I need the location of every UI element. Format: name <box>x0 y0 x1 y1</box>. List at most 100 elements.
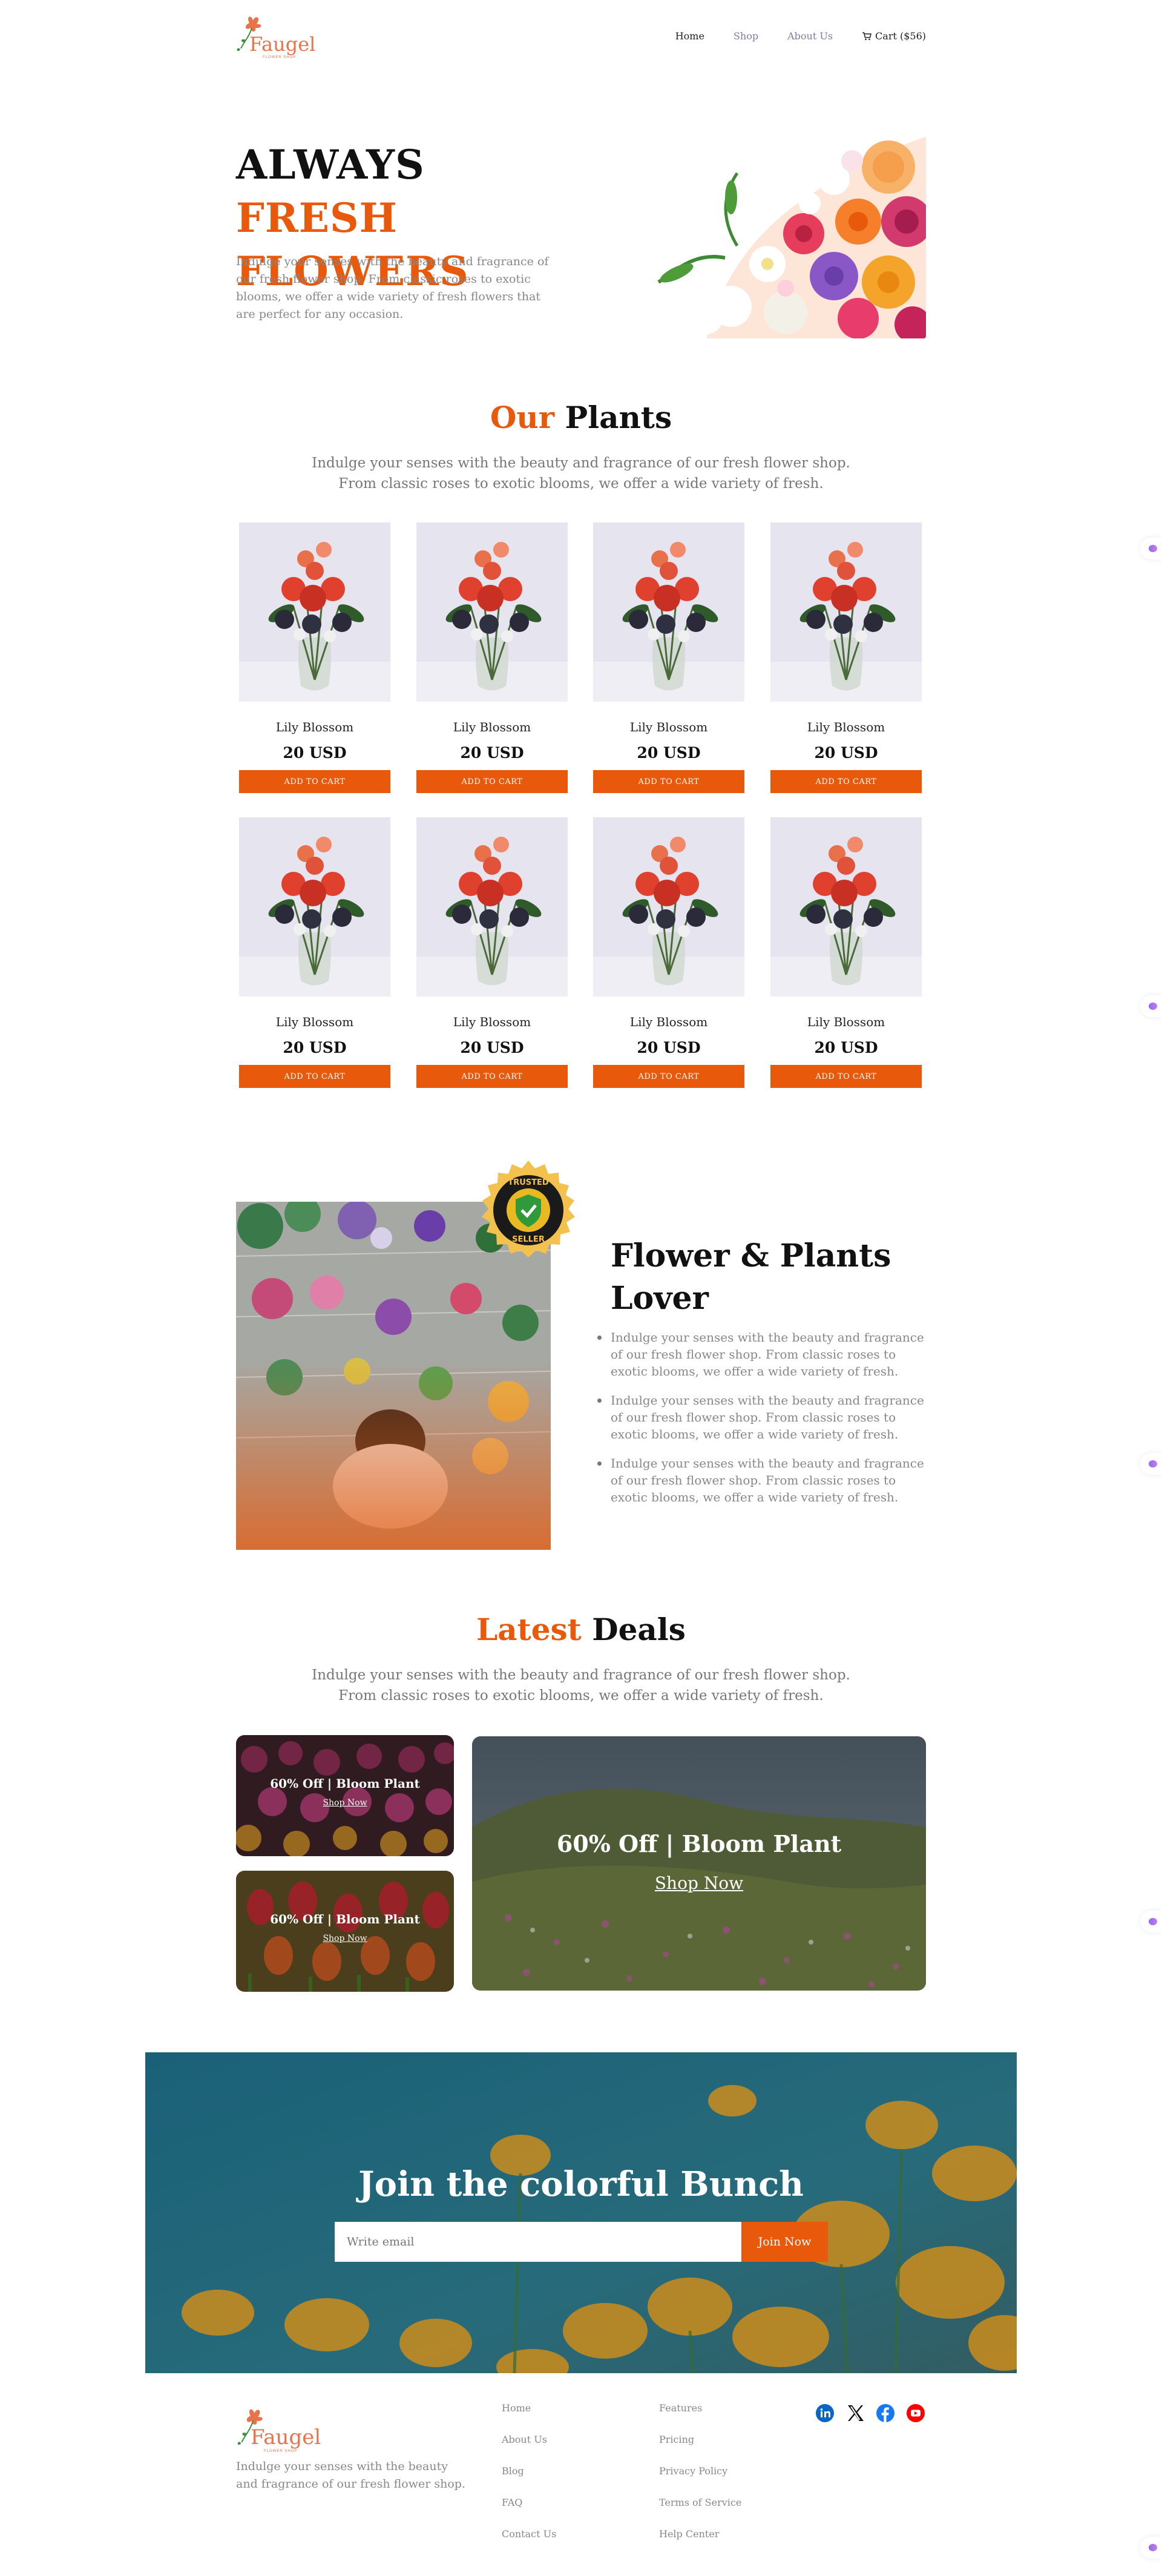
lover-bullet: Indulge your senses with the beauty and … <box>597 1455 928 1506</box>
shop-now-link[interactable]: Shop Now <box>236 1798 454 1808</box>
product-price: 20 USD <box>637 1039 701 1056</box>
product-price: 20 USD <box>460 1039 524 1056</box>
badge-top-text: TRUSTED <box>508 1178 549 1187</box>
product-name: Lily Blossom <box>629 720 708 734</box>
plants-title-black: Plants <box>565 400 672 435</box>
newsletter-title: Join the colorful Bunch <box>358 2164 804 2204</box>
flower-vase-image <box>239 817 390 996</box>
deal-title: 60% Off | Bloom Plant <box>270 1912 420 1926</box>
add-to-cart-button[interactable]: ADD TO CART <box>416 1065 568 1088</box>
lover-bullet: Indulge your senses with the beauty and … <box>597 1392 928 1443</box>
add-to-cart-button[interactable]: ADD TO CART <box>239 770 390 793</box>
product-card: Lily Blossom 20 USD ADD TO CART <box>770 522 922 793</box>
lover-title: Flower & Plants Lover <box>611 1237 891 1317</box>
linkedin-icon[interactable] <box>815 2403 835 2423</box>
cart-label: Cart ($56) <box>875 30 926 42</box>
floating-assistant-icon[interactable] <box>1140 538 1162 559</box>
product-card: Lily Blossom 20 USD ADD TO CART <box>239 817 390 1088</box>
shop-now-link[interactable]: Shop Now <box>236 1934 454 1943</box>
deals-title-black: Deals <box>592 1612 686 1647</box>
footer-link-help-center[interactable]: Help Center <box>659 2528 741 2560</box>
flower-vase-image <box>593 522 744 702</box>
cart-icon <box>862 31 872 40</box>
plants-title-orange: Our <box>490 400 555 435</box>
product-name: Lily Blossom <box>453 720 531 734</box>
wildflower-hill-image <box>472 1736 926 1991</box>
footer-logo[interactable]: Faugel FLOWER SHOP <box>236 2407 321 2456</box>
product-price: 20 USD <box>814 1039 878 1056</box>
product-price: 20 USD <box>283 1039 347 1056</box>
floating-assistant-icon[interactable] <box>1140 1911 1162 1932</box>
email-field[interactable] <box>335 2222 741 2262</box>
footer-link-privacy-policy[interactable]: Privacy Policy <box>659 2465 741 2497</box>
product-price: 20 USD <box>460 744 524 762</box>
add-to-cart-button[interactable]: ADD TO CART <box>770 770 922 793</box>
trusted-seller-badge-icon: TRUSTED SELLER <box>482 1161 575 1257</box>
cart-button[interactable]: Cart ($56) <box>862 30 926 42</box>
flower-vase-image <box>416 817 568 996</box>
deal-card-small-1[interactable]: 60% Off | Bloom Plant Shop Now <box>236 1735 454 1856</box>
main-nav: Home Shop About Us Cart ($56) <box>675 30 926 42</box>
hero-description: Indulge your senses with the beauty and … <box>236 255 549 321</box>
product-card: Lily Blossom 20 USD ADD TO CART <box>416 817 568 1088</box>
footer-description: Indulge your senses with the beauty and … <box>236 2460 466 2491</box>
red-tulips-image <box>236 1871 454 1992</box>
deals-title-orange: Latest <box>476 1612 582 1647</box>
product-name: Lily Blossom <box>629 1015 708 1029</box>
yellow-poppies-background-image <box>145 2052 1017 2373</box>
footer-link-contact-us[interactable]: Contact Us <box>502 2528 556 2560</box>
add-to-cart-button[interactable]: ADD TO CART <box>770 1065 922 1088</box>
product-name: Lily Blossom <box>453 1015 531 1029</box>
add-to-cart-button[interactable]: ADD TO CART <box>239 1065 390 1088</box>
deals-subtitle: Indulge your senses with the beauty and … <box>312 1667 850 1704</box>
footer-link-pricing[interactable]: Pricing <box>659 2434 741 2465</box>
footer-link-blog[interactable]: Blog <box>502 2465 556 2497</box>
product-card: Lily Blossom 20 USD ADD TO CART <box>416 522 568 793</box>
youtube-icon[interactable] <box>906 2403 925 2423</box>
nav-home[interactable]: Home <box>675 30 704 42</box>
plants-subtitle: Indulge your senses with the beauty and … <box>312 455 850 492</box>
hero-title-orange-1: FRESH <box>236 194 398 242</box>
product-card: Lily Blossom 20 USD ADD TO CART <box>593 817 744 1088</box>
logo-text: Faugel <box>249 33 316 56</box>
deal-card-small-2[interactable]: 60% Off | Bloom Plant Shop Now <box>236 1871 454 1992</box>
product-name: Lily Blossom <box>807 1015 885 1029</box>
facebook-icon[interactable] <box>876 2403 895 2423</box>
hero-bouquet-image <box>634 137 926 338</box>
lover-bullet: Indulge your senses with the beauty and … <box>597 1329 928 1380</box>
product-name: Lily Blossom <box>275 720 354 734</box>
add-to-cart-button[interactable]: ADD TO CART <box>416 770 568 793</box>
footer-links-col-1: Home About Us Blog FAQ Contact Us <box>502 2402 556 2560</box>
product-price: 20 USD <box>637 744 701 762</box>
footer-links-col-2: Features Pricing Privacy Policy Terms of… <box>659 2402 741 2560</box>
shop-now-link[interactable]: Shop Now <box>472 1873 926 1893</box>
footer-link-features[interactable]: Features <box>659 2402 741 2434</box>
hero-title-black: ALWAYS <box>236 141 425 188</box>
product-card: Lily Blossom 20 USD ADD TO CART <box>593 522 744 793</box>
flower-vase-image <box>593 817 744 996</box>
nav-shop[interactable]: Shop <box>734 30 758 42</box>
footer-link-home[interactable]: Home <box>502 2402 556 2434</box>
footer-link-terms-of-service[interactable]: Terms of Service <box>659 2497 741 2528</box>
nav-about-us[interactable]: About Us <box>787 30 833 42</box>
flower-vase-image <box>770 522 922 702</box>
floating-assistant-icon[interactable] <box>1140 1453 1162 1475</box>
add-to-cart-button[interactable]: ADD TO CART <box>593 770 744 793</box>
plants-title: Our Plants <box>0 400 1162 435</box>
product-name: Lily Blossom <box>275 1015 354 1029</box>
deal-title: 60% Off | Bloom Plant <box>270 1776 420 1791</box>
x-icon[interactable] <box>845 2403 865 2423</box>
join-now-button[interactable]: Join Now <box>741 2222 828 2262</box>
logo[interactable]: Faugel FLOWER SHOP <box>236 15 315 63</box>
deal-card-large[interactable]: 60% Off | Bloom Plant Shop Now <box>472 1736 926 1991</box>
footer-link-about-us[interactable]: About Us <box>502 2434 556 2465</box>
floating-assistant-icon[interactable] <box>1140 995 1162 1017</box>
footer-link-faq[interactable]: FAQ <box>502 2497 556 2528</box>
flower-vase-image <box>239 522 390 702</box>
add-to-cart-button[interactable]: ADD TO CART <box>593 1065 744 1088</box>
product-price: 20 USD <box>814 744 878 762</box>
footer-logo-tagline: FLOWER SHOP <box>264 2449 298 2453</box>
floating-assistant-icon[interactable] <box>1140 2537 1162 2558</box>
flower-vase-image <box>770 817 922 996</box>
flower-vase-image <box>416 522 568 702</box>
